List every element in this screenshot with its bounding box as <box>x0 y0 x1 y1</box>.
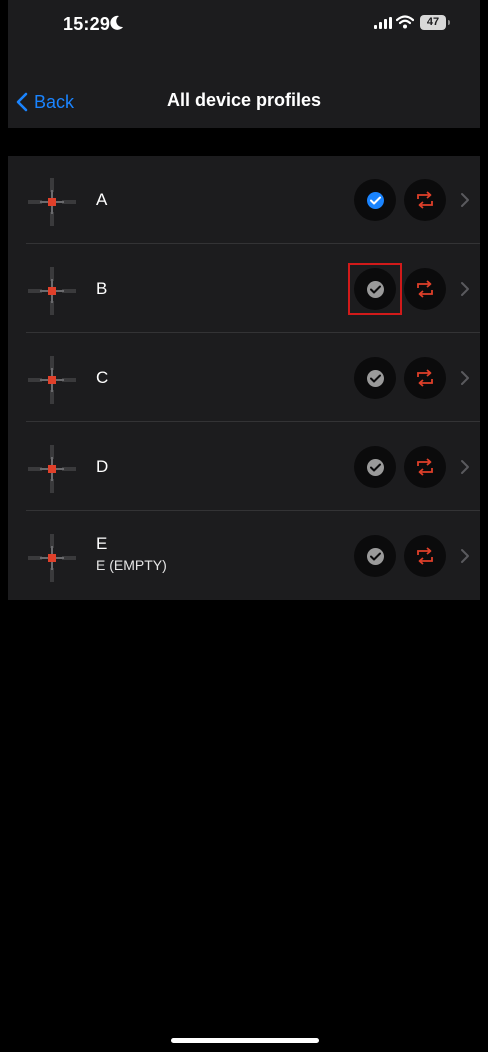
check-circle-icon <box>366 191 384 209</box>
page-title: All device profiles <box>166 90 322 110</box>
swap-profile-button[interactable] <box>404 179 446 221</box>
wifi-icon <box>395 15 415 34</box>
navigation-bar: Back All device profiles <box>8 80 480 124</box>
swap-arrows-icon <box>417 280 433 298</box>
profile-row-c[interactable]: C <box>8 334 480 422</box>
home-indicator[interactable] <box>171 1038 319 1043</box>
swap-arrows-icon <box>417 191 433 209</box>
status-bar: 15:29 47 <box>8 0 480 46</box>
status-time: 15:29 <box>63 14 111 34</box>
activate-profile-button[interactable] <box>354 357 396 399</box>
crosshair-icon <box>28 445 76 493</box>
swap-arrows-icon <box>417 369 433 387</box>
highlight-box <box>348 263 402 315</box>
crosshair-icon <box>28 356 76 404</box>
crosshair-icon <box>28 534 76 582</box>
section-spacer <box>8 128 480 156</box>
crosshair-icon <box>28 178 76 226</box>
profile-subtitle: E (EMPTY) <box>96 557 167 573</box>
activate-profile-button[interactable] <box>354 179 396 221</box>
swap-arrows-icon <box>417 547 433 565</box>
swap-profile-button[interactable] <box>404 535 446 577</box>
chevron-right-icon <box>461 282 469 296</box>
check-circle-icon <box>366 458 384 476</box>
profile-name: E <box>96 534 108 553</box>
profile-list: A B C D E E (EMPTY) <box>8 156 480 600</box>
moon-icon <box>110 15 124 36</box>
profile-name: C <box>96 368 109 387</box>
activate-profile-button[interactable] <box>354 446 396 488</box>
check-circle-icon <box>366 547 384 565</box>
chevron-right-icon <box>461 549 469 563</box>
check-circle-icon <box>366 369 384 387</box>
profile-row-e[interactable]: E E (EMPTY) <box>8 512 480 600</box>
chevron-right-icon <box>461 193 469 207</box>
chevron-right-icon <box>461 460 469 474</box>
crosshair-icon <box>28 267 76 315</box>
swap-profile-button[interactable] <box>404 446 446 488</box>
app-screen: 15:29 47 Back All device profiles A B C … <box>8 0 480 1052</box>
header-area: 15:29 47 Back All device profiles <box>8 0 480 128</box>
profile-name: D <box>96 457 109 476</box>
profile-row-d[interactable]: D <box>8 423 480 511</box>
profile-row-b[interactable]: B <box>8 245 480 333</box>
profile-name: A <box>96 190 108 209</box>
swap-profile-button[interactable] <box>404 268 446 310</box>
swap-arrows-icon <box>417 458 433 476</box>
profile-row-a[interactable]: A <box>8 156 480 244</box>
battery-level: 47 <box>426 16 440 28</box>
profile-name: B <box>96 279 108 298</box>
activate-profile-button[interactable] <box>354 535 396 577</box>
signal-bars-icon <box>374 16 392 34</box>
swap-profile-button[interactable] <box>404 357 446 399</box>
chevron-right-icon <box>461 371 469 385</box>
